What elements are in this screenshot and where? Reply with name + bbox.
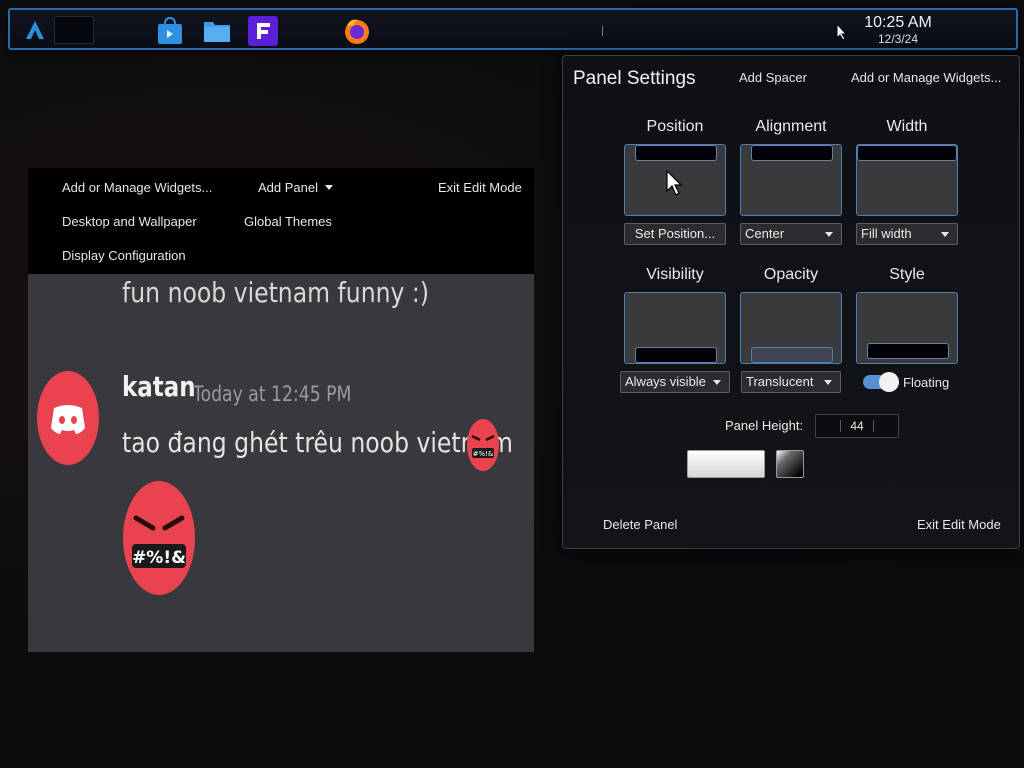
virtual-desktop-pager[interactable] [54,16,94,44]
width-preview[interactable] [856,144,958,216]
position-label: Position [646,118,704,135]
desktop-wallpaper-button[interactable]: Desktop and Wallpaper [62,214,197,229]
clock-date: 12/3/24 [877,32,919,46]
exit-edit-mode-button[interactable]: Exit Edit Mode [917,517,1001,532]
launcher-icon[interactable] [24,19,46,41]
floating-label: Floating [903,375,950,390]
alignment-value: Center [745,226,785,241]
discover-store-icon[interactable] [155,16,185,46]
panel-separator [602,26,603,36]
firefox-icon[interactable] [342,16,372,46]
opacity-value: Translucent [746,374,814,389]
floating-toggle[interactable] [863,372,899,392]
add-panel-label: Add Panel [258,180,318,195]
angry-emoji-small-text: #%!& [473,450,494,458]
opacity-preview[interactable] [740,292,842,364]
panel-width-bar [857,145,957,161]
desktop-edit-toolbar: Add or Manage Widgets... Add Panel Exit … [28,168,534,274]
mouse-pointer-icon [666,170,682,196]
visibility-label: Visibility [646,266,704,283]
delete-panel-button[interactable]: Delete Panel [603,517,677,532]
display-configuration-button[interactable]: Display Configuration [62,248,186,263]
visibility-preview[interactable] [624,292,726,364]
mouse-pointer-icon [836,23,848,41]
chevron-down-icon [824,380,832,385]
clock-time: 10:25 AM [864,14,932,31]
panel-height-spinbox[interactable]: 44 [815,414,899,438]
add-panel-button[interactable]: Add Panel [258,180,333,195]
panel-visibility-bar [635,347,717,363]
angry-emoji-large-icon: #%!& [123,481,195,595]
file-manager-icon[interactable] [202,16,232,46]
chevron-down-icon [325,185,333,190]
chevron-down-icon [825,232,833,237]
style-preview[interactable] [856,292,958,364]
panel-settings-dialog: Panel Settings Add Spacer Add or Manage … [562,55,1020,549]
width-select[interactable]: Fill width [856,223,958,245]
f-app-icon[interactable] [248,16,278,46]
angry-emoji-icon: #%!& [467,419,499,471]
discord-avatar-icon [37,371,99,465]
panel-settings-title: Panel Settings [573,68,696,89]
message-timestamp: Today at 12:45 PM [193,382,352,406]
alignment-label: Alignment [755,118,827,135]
previous-message-text: fun noob vietnam funny :) [122,276,430,309]
add-manage-widgets-button[interactable]: Add or Manage Widgets... [851,70,1001,85]
panel-alignment-bar [751,145,833,161]
digital-clock[interactable]: 10:25 AM 12/3/24 [856,14,940,46]
opacity-select[interactable]: Translucent [741,371,841,393]
discord-message-card: fun noob vietnam funny :) katan Today at… [28,274,534,652]
chevron-down-icon [713,380,721,385]
set-position-button[interactable]: Set Position... [624,223,726,245]
opacity-label: Opacity [763,266,819,283]
message-author: katan [122,370,196,403]
panel-position-bar [635,145,717,161]
style-label: Style [889,266,925,283]
panel-height-label: Panel Height: [725,418,804,433]
toggle-knob [879,372,899,392]
visibility-value: Always visible [625,374,706,389]
angry-emoji-text: #%!& [132,548,186,568]
panel-opacity-bar [751,347,833,363]
alignment-preview[interactable] [740,144,842,216]
top-panel: 10:25 AM 12/3/24 [8,8,1018,50]
alignment-select[interactable]: Center [740,223,842,245]
exit-edit-mode-button[interactable]: Exit Edit Mode [438,180,522,195]
visibility-select[interactable]: Always visible [620,371,730,393]
width-value: Fill width [861,226,912,241]
chevron-down-icon [941,232,949,237]
dark-theme-button[interactable] [776,450,804,478]
add-spacer-button[interactable]: Add Spacer [739,70,807,85]
panel-style-bar [867,343,949,359]
light-theme-button[interactable] [687,450,765,478]
global-themes-button[interactable]: Global Themes [244,214,332,229]
message-body: tao đang ghét trêu noob vietnam [122,426,513,459]
width-label: Width [886,118,928,135]
add-manage-widgets-button[interactable]: Add or Manage Widgets... [62,180,212,195]
